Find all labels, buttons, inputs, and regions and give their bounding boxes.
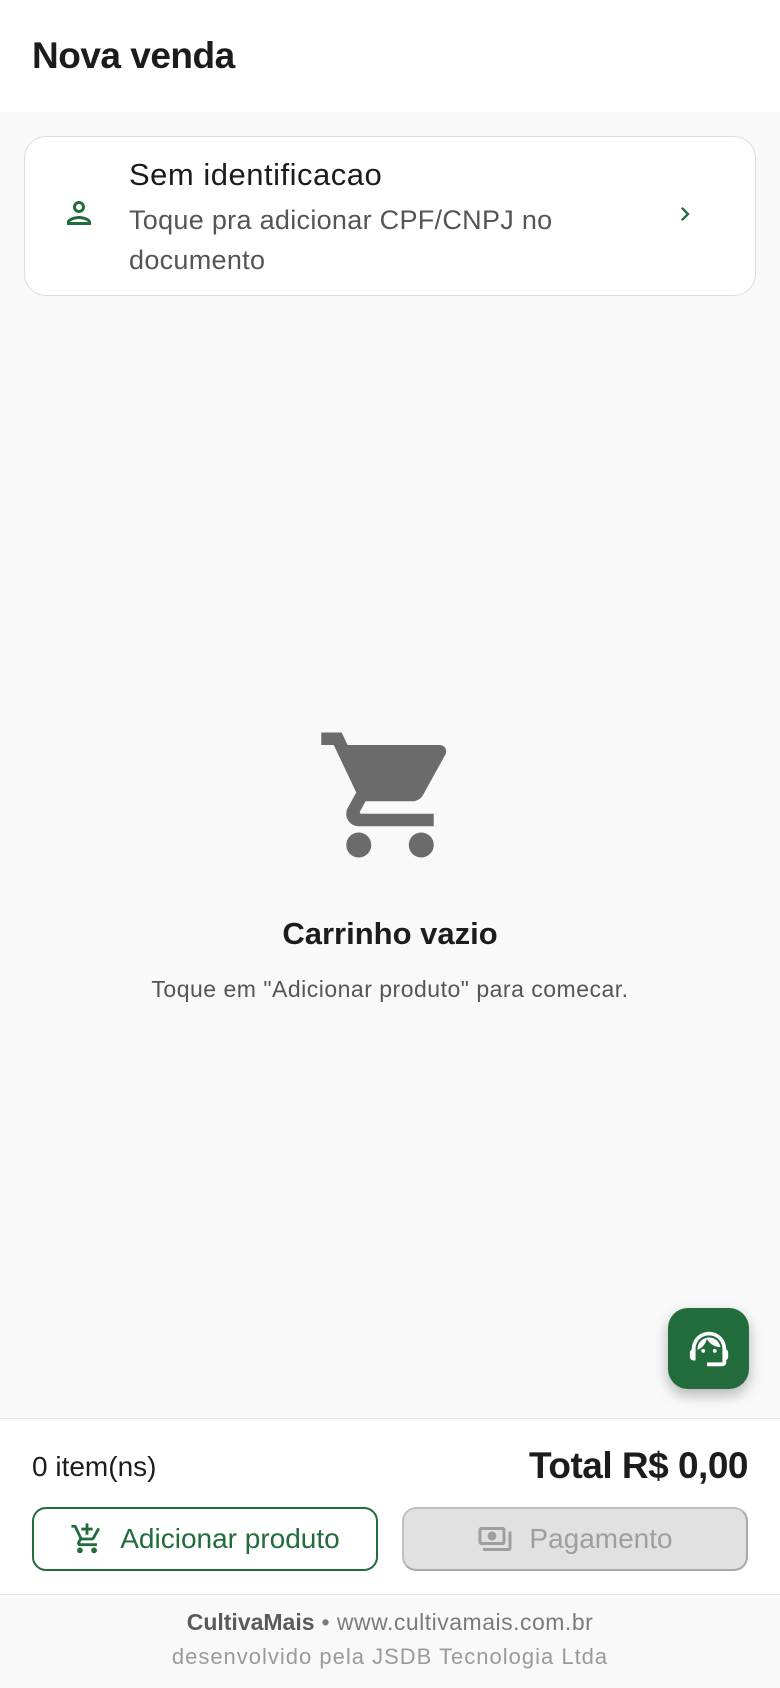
app-bar: Nova venda: [0, 0, 780, 112]
add-shopping-cart-icon: [71, 1523, 101, 1554]
footer-separator: •: [321, 1609, 330, 1635]
footer-brand: CultivaMais: [186, 1609, 315, 1635]
chevron-right-icon: [681, 207, 690, 221]
payment-button[interactable]: Pagamento: [402, 1507, 748, 1571]
payment-label: Pagamento: [529, 1523, 673, 1554]
support-agent-icon: [689, 1331, 728, 1366]
add-product-button[interactable]: Adicionar produto: [32, 1507, 378, 1571]
customer-identification-card[interactable]: Sem identificacao Toque pra adicionar CP…: [24, 136, 756, 296]
app-root: Nova venda Sem identificacao Toque pra a…: [0, 0, 780, 1688]
footer-website-link[interactable]: www.cultivamais.com.br: [337, 1609, 593, 1635]
cart-summary-panel: 0 item(ns) Total R$ 0,00 Adicionar produ…: [0, 1418, 780, 1594]
app-footer: CultivaMais • www.cultivamais.com.br des…: [0, 1594, 780, 1688]
empty-cart-state: Carrinho vazio Toque em "Adicionar produ…: [0, 720, 780, 1003]
page-title: Nova venda: [32, 35, 235, 76]
cart-total: Total R$ 0,00: [528, 1445, 749, 1486]
empty-cart-title: Carrinho vazio: [282, 916, 498, 951]
empty-cart-hint: Toque em "Adicionar produto" para comeca…: [151, 976, 629, 1002]
support-fab-button[interactable]: [668, 1308, 749, 1389]
customer-subtitle: Toque pra adicionar CPF/CNPJ no document…: [129, 205, 553, 275]
items-count: 0 item(ns): [32, 1451, 157, 1482]
footer-brand-line: CultivaMais • www.cultivamais.com.br: [0, 1609, 780, 1636]
payments-icon: [478, 1527, 512, 1551]
customer-title: Sem identificacao: [129, 157, 383, 192]
footer-credit: desenvolvido pela JSDB Tecnologia Ltda: [171, 1644, 609, 1669]
person-icon: [67, 201, 91, 225]
add-product-label: Adicionar produto: [120, 1523, 340, 1554]
shopping-cart-icon: [321, 732, 447, 858]
